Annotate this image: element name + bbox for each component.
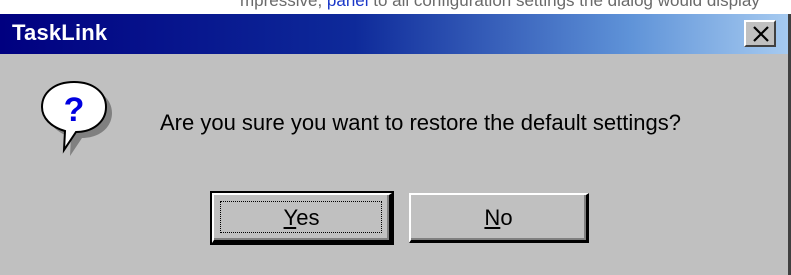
- background-page-strip: mpressive, panel to all configuration se…: [0, 0, 791, 14]
- background-text-fragment: mpressive, panel to all configuration se…: [240, 0, 760, 11]
- question-icon: ?: [38, 78, 114, 158]
- yes-button-label: Yes: [283, 205, 320, 230]
- yes-button[interactable]: Yes: [210, 191, 394, 245]
- close-button[interactable]: [744, 20, 776, 47]
- no-button[interactable]: No: [409, 193, 589, 243]
- dialog-message: Are you sure you want to restore the def…: [160, 110, 681, 135]
- fragment-text-after: to all configuration settings the dialog…: [368, 0, 760, 10]
- close-x-icon: [753, 26, 769, 42]
- window-title: TaskLink: [12, 20, 108, 45]
- fragment-link[interactable]: panel: [327, 0, 369, 10]
- svg-text:?: ?: [64, 91, 85, 129]
- confirm-dialog: TaskLink ? Are you sure you want to rest…: [0, 14, 791, 275]
- no-button-label: No: [484, 205, 513, 230]
- fragment-text-before: mpressive,: [240, 0, 327, 10]
- title-bar[interactable]: TaskLink: [0, 14, 788, 54]
